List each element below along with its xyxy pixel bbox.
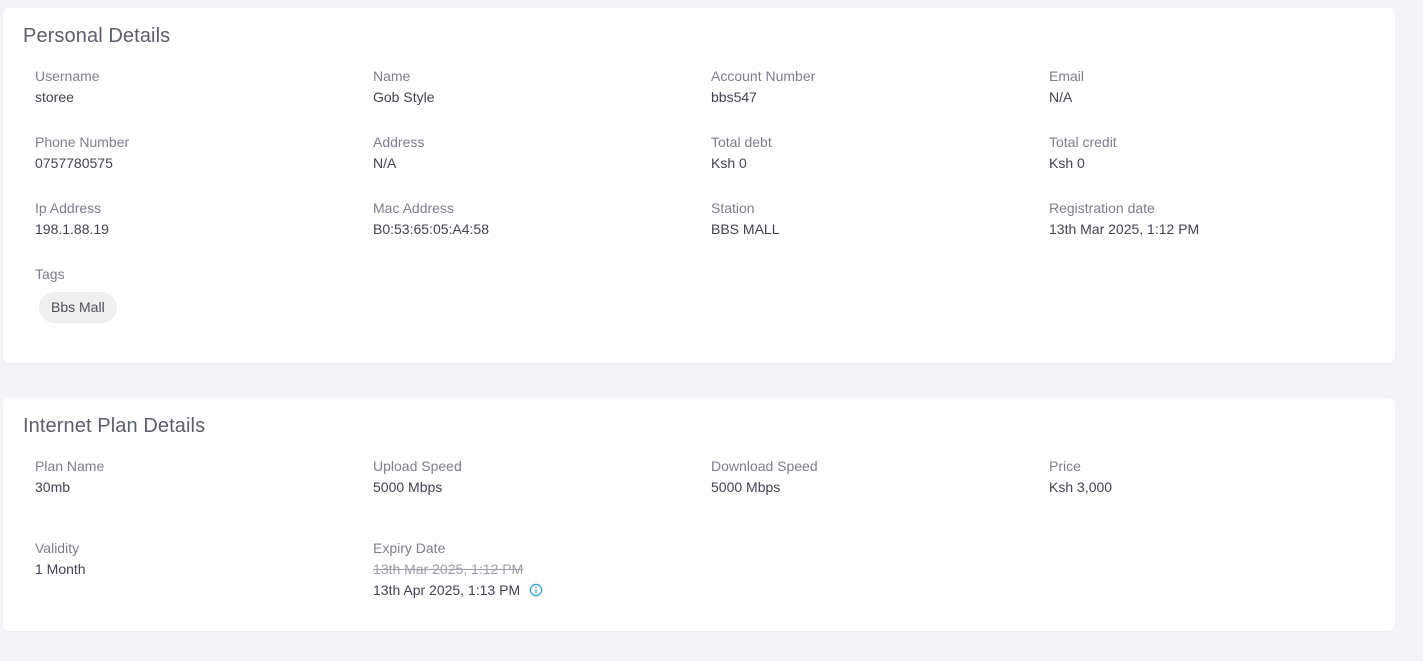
field-value: 1 Month — [35, 561, 86, 577]
field-label: Mac Address — [373, 200, 454, 216]
expiry-old-value: 13th Mar 2025, 1:12 PM — [373, 561, 524, 577]
field-value: Gob Style — [373, 89, 435, 105]
field-label: Name — [373, 68, 411, 84]
field-value: Ksh 0 — [1049, 155, 1085, 171]
field-phone-number: Phone Number 0757780575 — [35, 133, 355, 172]
field-total-credit: Total credit Ksh 0 — [1049, 133, 1369, 172]
internet-plan-details-title: Internet Plan Details — [23, 415, 206, 437]
field-label: Validity — [35, 540, 80, 556]
field-label: Plan Name — [35, 458, 105, 474]
personal-details-card: Personal Details Username storee Name Go… — [3, 8, 1395, 363]
field-username: Username storee — [35, 67, 355, 106]
field-label: Registration date — [1049, 200, 1155, 216]
field-download-speed: Download Speed 5000 Mbps — [711, 457, 1031, 496]
field-station: Station BBS MALL — [711, 199, 1031, 238]
field-mac-address: Mac Address B0:53:65:05:A4:58 — [373, 199, 693, 238]
field-label: Expiry Date — [373, 540, 446, 556]
field-label: Email — [1049, 68, 1085, 84]
field-tags: Tags — [35, 265, 355, 283]
field-total-debt: Total debt Ksh 0 — [711, 133, 1031, 172]
field-value: 198.1.88.19 — [35, 221, 109, 237]
field-value: Ksh 3,000 — [1049, 479, 1113, 495]
field-label: Price — [1049, 458, 1081, 474]
field-name: Name Gob Style — [373, 67, 693, 106]
field-email: Email N/A — [1049, 67, 1369, 106]
field-value: 30mb — [35, 479, 71, 495]
field-label: Download Speed — [711, 458, 818, 474]
field-value: 5000 Mbps — [373, 479, 443, 495]
field-value: 0757780575 — [35, 155, 113, 171]
internet-plan-details-card: Internet Plan Details Plan Name 30mb Upl… — [3, 398, 1395, 631]
field-value: N/A — [1049, 89, 1073, 105]
field-value: bbs547 — [711, 89, 757, 105]
expiry-new-row: 13th Apr 2025, 1:13 PM — [373, 581, 693, 599]
field-label: Account Number — [711, 68, 816, 84]
tag-chip[interactable]: Bbs Mall — [39, 292, 117, 323]
field-value: BBS MALL — [711, 221, 780, 237]
info-icon[interactable] — [529, 583, 543, 597]
field-label: Station — [711, 200, 755, 216]
expiry-new-value: 13th Apr 2025, 1:13 PM — [373, 582, 521, 598]
field-value: storee — [35, 89, 74, 105]
field-value: Ksh 0 — [711, 155, 747, 171]
personal-details-title: Personal Details — [23, 25, 171, 47]
field-validity: Validity 1 Month — [35, 539, 355, 578]
field-registration-date: Registration date 13th Mar 2025, 1:12 PM — [1049, 199, 1369, 238]
field-value: 5000 Mbps — [711, 479, 781, 495]
field-label: Total credit — [1049, 134, 1117, 150]
field-plan-name: Plan Name 30mb — [35, 457, 355, 496]
field-value: B0:53:65:05:A4:58 — [373, 221, 489, 237]
field-value: N/A — [373, 155, 397, 171]
field-label: Address — [373, 134, 425, 150]
field-address: Address N/A — [373, 133, 693, 172]
field-label: Username — [35, 68, 100, 84]
field-expiry-date: Expiry Date 13th Mar 2025, 1:12 PM 13th … — [373, 539, 693, 599]
field-label: Tags — [35, 266, 65, 282]
field-account-number: Account Number bbs547 — [711, 67, 1031, 106]
field-label: Upload Speed — [373, 458, 462, 474]
field-label: Phone Number — [35, 134, 130, 150]
field-price: Price Ksh 3,000 — [1049, 457, 1369, 496]
field-value: 13th Mar 2025, 1:12 PM — [1049, 221, 1200, 237]
field-label: Total debt — [711, 134, 772, 150]
field-ip-address: Ip Address 198.1.88.19 — [35, 199, 355, 238]
field-upload-speed: Upload Speed 5000 Mbps — [373, 457, 693, 496]
field-label: Ip Address — [35, 200, 102, 216]
